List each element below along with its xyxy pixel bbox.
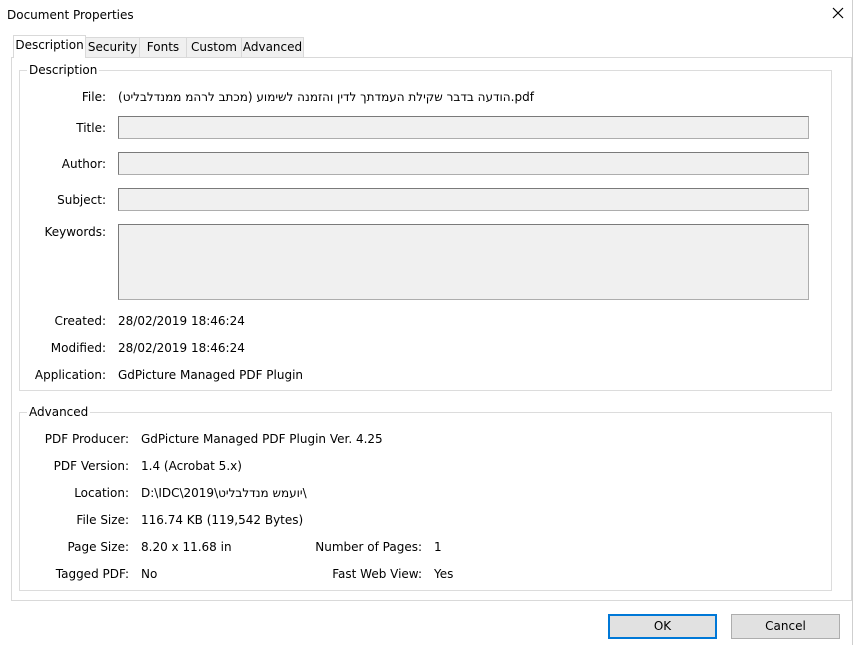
pdf-version-label: PDF Version: — [53, 459, 129, 473]
dialog-title: Document Properties — [7, 8, 134, 22]
location-value: D:\IDC\2019\יועמש מנדלבליט\ — [141, 486, 307, 500]
pdf-producer-value: GdPicture Managed PDF Plugin Ver. 4.25 — [141, 432, 383, 446]
description-group-title: Description — [27, 63, 100, 77]
application-value: GdPicture Managed PDF Plugin — [118, 368, 304, 382]
file-size-label: File Size: — [76, 513, 129, 527]
created-value: 28/02/2019 18:46:24 — [118, 314, 245, 328]
pdf-version-value: 1.4 (Acrobat 5.x) — [141, 459, 242, 473]
application-label: Application: — [34, 368, 106, 382]
author-field[interactable] — [118, 152, 809, 175]
file-label: File: — [81, 90, 106, 104]
num-pages-label: Number of Pages: — [315, 540, 422, 554]
author-label: Author: — [61, 157, 106, 171]
modified-label: Modified: — [50, 341, 106, 355]
location-label: Location: — [74, 486, 129, 500]
keywords-label: Keywords: — [44, 225, 106, 239]
page-size-label: Page Size: — [67, 540, 129, 554]
tab-description[interactable]: Description — [13, 35, 86, 58]
tab-fonts[interactable]: Fonts — [139, 37, 187, 57]
ok-button[interactable]: OK — [608, 614, 717, 639]
subject-label: Subject: — [57, 193, 106, 207]
pdf-producer-label: PDF Producer: — [44, 432, 129, 446]
tab-security[interactable]: Security — [85, 37, 140, 57]
subject-field[interactable] — [118, 188, 809, 211]
close-icon[interactable] — [830, 5, 846, 21]
tagged-pdf-value: No — [141, 567, 158, 581]
tab-custom[interactable]: Custom — [186, 37, 242, 57]
tab-advanced[interactable]: Advanced — [241, 37, 304, 57]
dialog-border — [852, 0, 853, 645]
title-label: Title: — [76, 121, 106, 135]
page-size-value: 8.20 x 11.68 in — [141, 540, 232, 554]
fast-web-view-value: Yes — [434, 567, 454, 581]
advanced-group-title: Advanced — [27, 405, 91, 419]
cancel-button[interactable]: Cancel — [731, 614, 840, 639]
keywords-field[interactable] — [118, 224, 809, 300]
tagged-pdf-label: Tagged PDF: — [55, 567, 129, 581]
file-size-value: 116.74 KB (119,542 Bytes) — [141, 513, 304, 527]
num-pages-value: 1 — [434, 540, 442, 554]
file-value: (מכתב לרהמ ממנדלבליט) הודעה בדבר שקילת ה… — [118, 90, 534, 104]
modified-value: 28/02/2019 18:46:24 — [118, 341, 245, 355]
title-field[interactable] — [118, 116, 809, 139]
fast-web-view-label: Fast Web View: — [332, 567, 422, 581]
created-label: Created: — [54, 314, 106, 328]
